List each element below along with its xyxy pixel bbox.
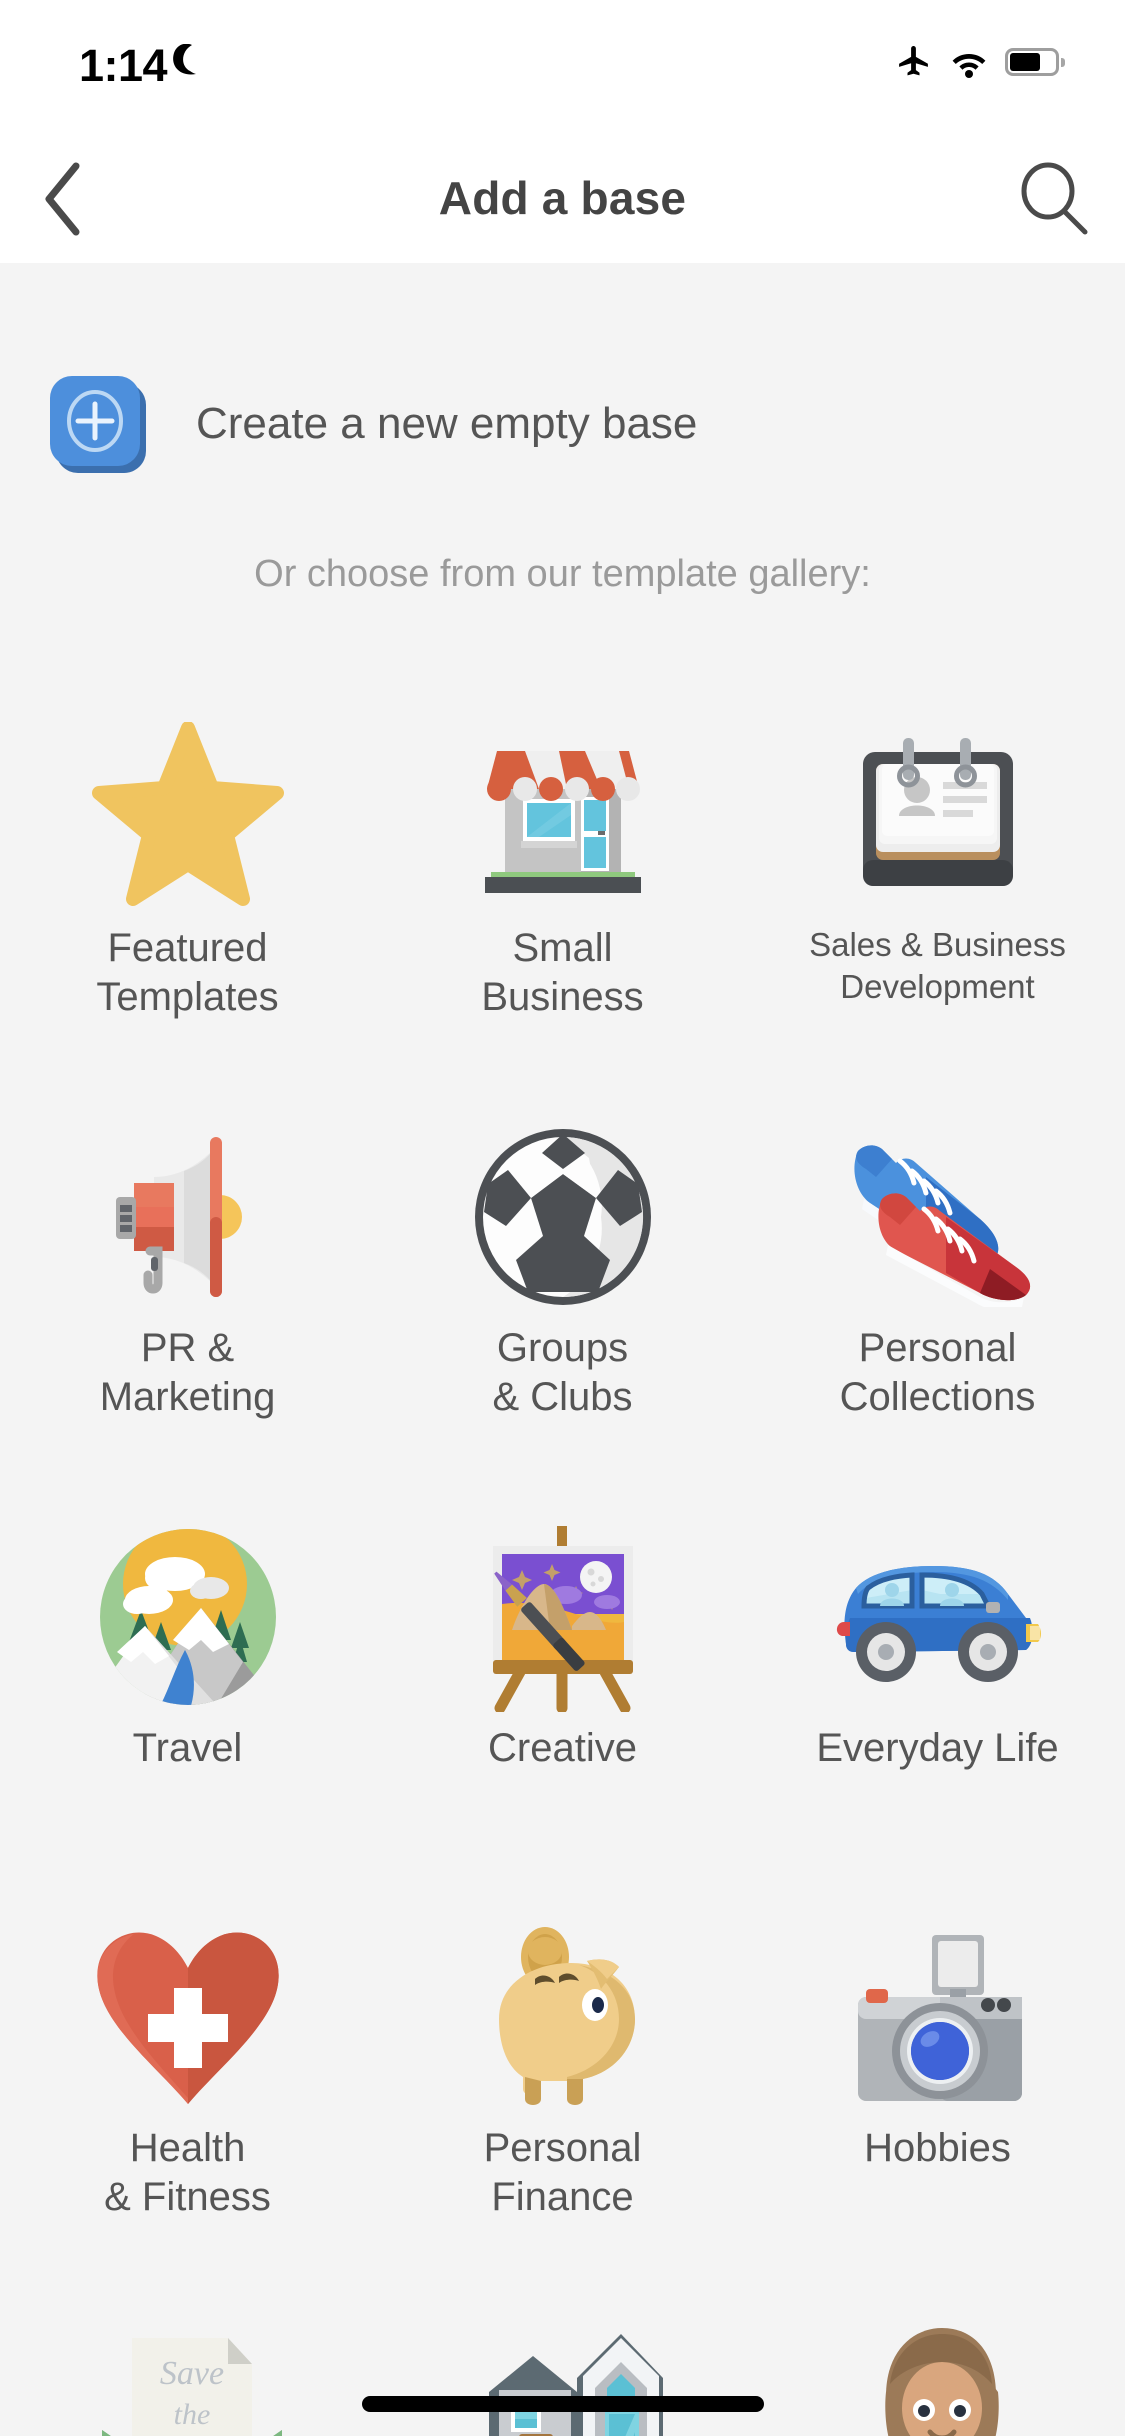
template-art — [828, 722, 1048, 912]
template-card-sales-business-development[interactable]: Sales & Business Development — [750, 718, 1125, 1118]
template-label: Sales & Business Development — [809, 926, 1066, 1005]
person-reading-icon — [885, 2328, 999, 2436]
easel-painting-icon — [493, 1526, 633, 1712]
rolodex-icon — [862, 737, 1013, 886]
template-label: Creative — [488, 1726, 637, 1770]
car-icon — [836, 1565, 1041, 1682]
wifi-icon — [952, 54, 986, 78]
mountain-scene-icon — [99, 1529, 276, 1705]
template-card-person-reading[interactable] — [750, 2318, 1125, 2436]
template-art — [78, 1522, 298, 1712]
home-indicator[interactable] — [361, 2396, 764, 2412]
template-art — [78, 1922, 298, 2112]
template-card-creative[interactable]: Creative — [375, 1518, 750, 1918]
create-new-base-label: Create a new empty base — [196, 399, 698, 448]
template-gallery-grid: Featured Templates Small Business Sales … — [0, 718, 1125, 2436]
plus-circle-icon — [67, 390, 123, 452]
template-art — [453, 1122, 673, 1312]
template-art — [828, 1522, 1048, 1712]
create-new-base-row[interactable]: Create a new empty base — [0, 359, 1125, 489]
template-label: Featured Templates — [96, 926, 279, 1019]
svg-text:Save: Save — [159, 2355, 223, 2392]
template-label: Travel — [132, 1726, 243, 1770]
template-art — [78, 722, 298, 912]
page-title: Add a base — [438, 171, 687, 224]
content-area: Create a new empty base Or choose from o… — [0, 263, 1125, 2436]
camera-icon — [857, 1935, 1022, 2101]
template-art — [828, 2322, 1048, 2436]
template-card-everyday-life[interactable]: Everyday Life — [750, 1518, 1125, 1918]
heart-cross-icon — [96, 1932, 279, 2104]
soccer-ball-icon — [474, 1129, 651, 1305]
status-bar-time: 1:14 — [79, 40, 168, 91]
save-the-date-icon: Save the Date — [101, 2338, 282, 2436]
do-not-disturb-moon-icon — [173, 44, 196, 75]
piggy-bank-icon — [498, 1927, 635, 2105]
search-button[interactable] — [1009, 154, 1099, 244]
phone-screen: 1:14 Add a base Create a new empty base … — [0, 0, 1125, 2436]
navigation-bar: Add a base — [0, 132, 1125, 263]
template-art — [78, 1122, 298, 1312]
megaphone-icon — [115, 1136, 242, 1297]
template-art — [453, 722, 673, 912]
template-art — [453, 1922, 673, 2112]
gallery-heading: Or choose from our template gallery: — [254, 553, 871, 595]
template-card-pr-marketing[interactable]: PR & Marketing — [0, 1118, 375, 1518]
template-card-travel[interactable]: Travel — [0, 1518, 375, 1918]
status-bar-indicators — [893, 42, 1065, 82]
airplane-mode-icon — [899, 46, 928, 76]
template-card-health-fitness[interactable]: Health & Fitness — [0, 1918, 375, 2318]
template-label: Health & Fitness — [104, 2126, 271, 2219]
template-label: PR & Marketing — [99, 1326, 276, 1419]
template-card-groups-clubs[interactable]: Groups & Clubs — [375, 1118, 750, 1518]
template-card-house[interactable] — [375, 2318, 750, 2436]
sneakers-icon — [854, 1145, 1031, 1307]
template-label: Personal Finance — [483, 2126, 642, 2219]
template-card-personal-finance[interactable]: Personal Finance — [375, 1918, 750, 2318]
template-card-featured-templates[interactable]: Featured Templates — [0, 718, 375, 1118]
search-icon — [1021, 162, 1088, 235]
template-label: Hobbies — [864, 2126, 1011, 2170]
template-art: Save the Date — [78, 2322, 298, 2436]
template-label: Groups & Clubs — [492, 1326, 633, 1419]
template-card-save-the-date[interactable]: Save the Date — [0, 2318, 375, 2436]
template-label: Small Business — [481, 926, 644, 1019]
svg-text:the: the — [173, 2398, 210, 2431]
star-icon — [91, 722, 284, 906]
template-label: Everyday Life — [816, 1726, 1059, 1770]
template-art — [453, 1522, 673, 1712]
battery-icon — [1005, 48, 1065, 76]
create-icon — [50, 376, 140, 466]
template-card-small-business[interactable]: Small Business — [375, 718, 750, 1118]
template-card-hobbies[interactable]: Hobbies — [750, 1918, 1125, 2318]
template-label: Personal Collections — [839, 1326, 1036, 1419]
template-card-personal-collections[interactable]: Personal Collections — [750, 1118, 1125, 1518]
template-art — [828, 1922, 1048, 2112]
storefront-icon — [484, 751, 641, 893]
template-art — [828, 1122, 1048, 1312]
status-bar: 1:14 — [0, 0, 1125, 132]
template-art — [453, 2322, 673, 2436]
house-icon — [488, 2334, 663, 2436]
create-new-base-icon-wrap — [50, 376, 146, 473]
